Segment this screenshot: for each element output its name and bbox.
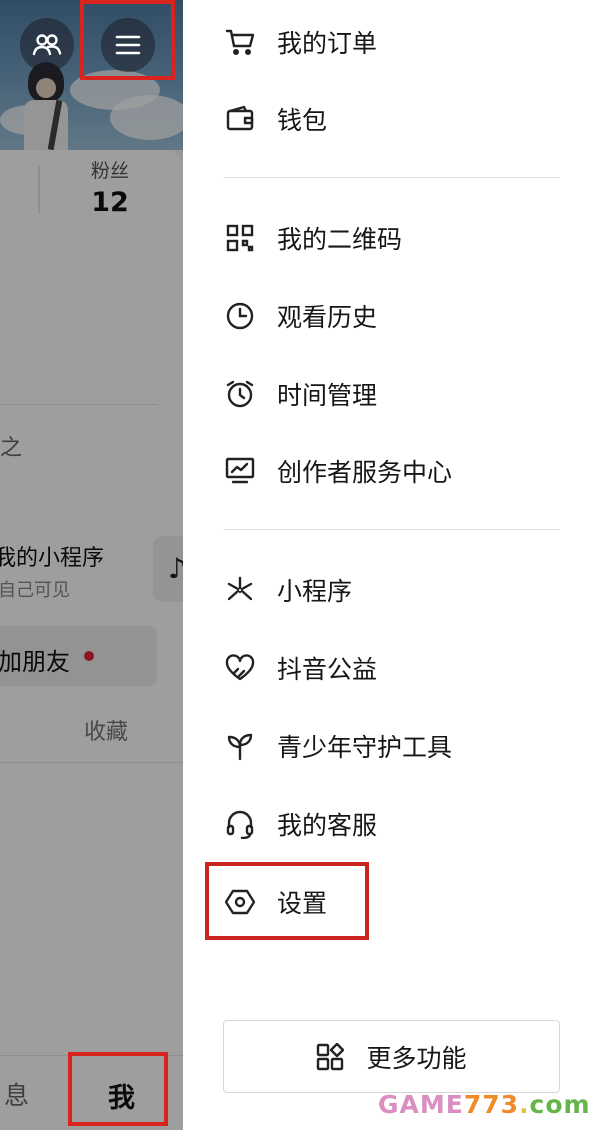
highlight-box-menu	[80, 0, 175, 80]
qrcode-icon	[223, 221, 257, 255]
menu-item-label: 我的订单	[277, 29, 378, 58]
menu-item-label: 青少年守护工具	[277, 733, 453, 762]
menu-item-history[interactable]: 观看历史	[223, 286, 563, 346]
menu-item-wallet[interactable]: 钱包	[223, 89, 563, 149]
more-features-button[interactable]: 更多功能	[223, 1020, 560, 1093]
alarm-icon	[223, 377, 257, 411]
heart-icon	[223, 651, 257, 685]
menu-item-teen-protection[interactable]: 青少年守护工具	[223, 716, 563, 776]
sprout-icon	[223, 729, 257, 763]
menu-item-mini-programs[interactable]: 小程序	[223, 560, 563, 620]
menu-item-qrcode[interactable]: 我的二维码	[223, 208, 563, 268]
divider	[223, 177, 560, 178]
grid-icon	[316, 1042, 345, 1071]
highlight-box-settings	[205, 862, 369, 940]
menu-item-creator-center[interactable]: 创作者服务中心	[223, 441, 563, 501]
menu-item-label: 我的客服	[277, 811, 378, 840]
more-features-label: 更多功能	[366, 1043, 467, 1073]
side-drawer: 我的订单 钱包 我的二维码 观看历史 时间管理 创作者服务中心 小程序 抖音公益…	[183, 0, 600, 1130]
friends-icon	[32, 33, 62, 57]
asterisk-icon	[223, 573, 257, 607]
menu-item-orders[interactable]: 我的订单	[223, 12, 563, 72]
dim-overlay[interactable]	[0, 0, 183, 1130]
profile-panel: 粉丝 12 之 我的小程序 自己可见 ♪ 加朋友 收藏 息 我	[0, 0, 183, 1130]
menu-item-label: 创作者服务中心	[277, 458, 453, 487]
menu-item-label: 抖音公益	[277, 655, 378, 684]
menu-item-label: 我的二维码	[277, 225, 403, 254]
menu-item-label: 时间管理	[277, 381, 378, 410]
divider	[223, 529, 560, 530]
friends-button[interactable]	[20, 18, 74, 72]
highlight-box-me	[68, 1052, 168, 1126]
cart-icon	[223, 25, 257, 59]
menu-item-charity[interactable]: 抖音公益	[223, 638, 563, 698]
menu-item-label: 观看历史	[277, 303, 378, 332]
menu-item-label: 钱包	[277, 106, 328, 135]
clock-icon	[223, 299, 257, 333]
menu-item-time-management[interactable]: 时间管理	[223, 364, 563, 424]
chart-icon	[223, 454, 257, 488]
site-watermark: GAME773.com	[378, 1090, 591, 1119]
headset-icon	[223, 807, 257, 841]
wallet-icon	[223, 102, 257, 136]
menu-item-label: 小程序	[277, 577, 353, 606]
menu-item-customer-service[interactable]: 我的客服	[223, 794, 563, 854]
